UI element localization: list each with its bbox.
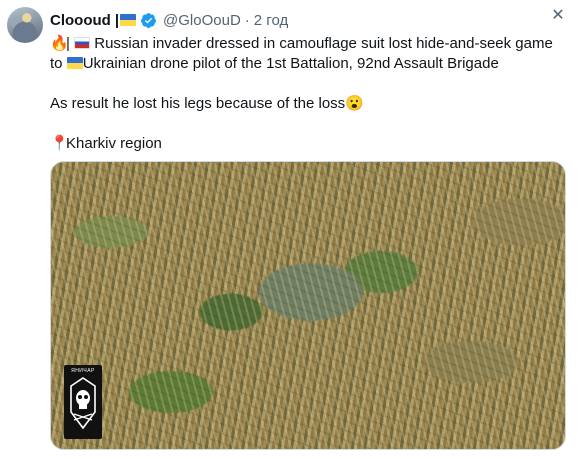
timestamp[interactable]: 2 год bbox=[254, 12, 288, 29]
time-separator: · bbox=[244, 11, 250, 29]
line1-separator: | bbox=[66, 35, 70, 52]
tweet-line-1: 🔥| Russian invader dressed in camouflage… bbox=[50, 34, 560, 54]
face-emoji: 😮 bbox=[345, 95, 364, 112]
tweet-line-3: As result he lost his legs because of th… bbox=[50, 94, 560, 114]
author-name[interactable]: Cloooud bbox=[50, 12, 111, 29]
tweet-line-4-text: Kharkiv region bbox=[66, 135, 162, 152]
author-handle[interactable]: @GloOouD bbox=[163, 12, 241, 29]
skull-icon bbox=[70, 377, 96, 430]
tweet-line-3-text: As result he lost his legs because of th… bbox=[50, 95, 346, 112]
tweet-line-1-text: Russian invader dressed in camouflage su… bbox=[94, 35, 553, 52]
pin-emoji: 📍 bbox=[50, 135, 69, 152]
close-icon[interactable]: ✕ bbox=[550, 8, 566, 24]
russia-flag-icon bbox=[74, 37, 91, 49]
tweet-line-4: 📍Kharkiv region bbox=[50, 134, 560, 154]
skull-badge-icon: ЯНИЧАР bbox=[64, 365, 102, 439]
verified-check-icon bbox=[140, 12, 157, 29]
ukraine-flag-icon bbox=[66, 57, 83, 69]
avatar[interactable] bbox=[7, 7, 43, 43]
tweet-text: 🔥| Russian invader dressed in camouflage… bbox=[50, 34, 560, 154]
video-media[interactable]: ЯНИЧАР bbox=[50, 161, 566, 450]
ukraine-flag-icon bbox=[120, 14, 137, 26]
media-texture bbox=[51, 162, 565, 449]
tweet-header: Cloooud | @GloOouD · 2 год bbox=[50, 10, 570, 30]
fire-emoji: 🔥 bbox=[50, 35, 69, 52]
name-separator: | bbox=[114, 11, 120, 29]
tweet-line-2-prefix: to bbox=[50, 55, 63, 72]
tweet-line-2: to Ukrainian drone pilot of the 1st Batt… bbox=[50, 54, 560, 74]
tweet-line-2-text: Ukrainian drone pilot of the 1st Battali… bbox=[82, 55, 499, 72]
